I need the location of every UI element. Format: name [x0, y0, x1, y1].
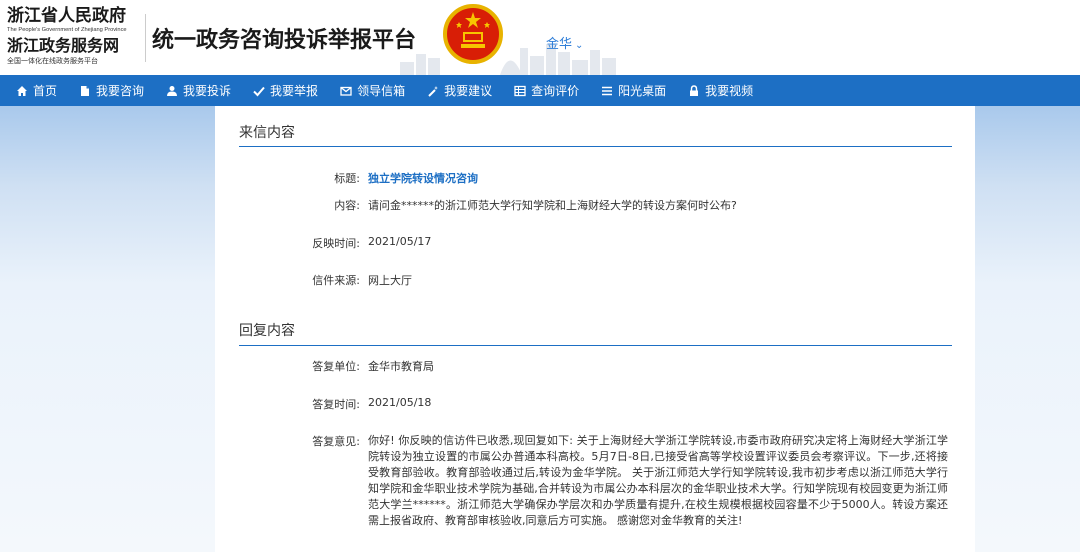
section-divider [239, 146, 952, 147]
city-skyline-decoration [400, 44, 616, 75]
letter-content: 请问金******的浙江师范大学行知学院和上海财经大学的转设方案何时公布? [368, 199, 737, 212]
table-icon [514, 85, 526, 97]
report-time-value: 2021/05/17 [368, 235, 432, 248]
chevron-down-icon: ⌄ [575, 40, 584, 51]
reply-time-value: 2021/05/18 [368, 396, 432, 409]
nav-label: 我要举报 [270, 84, 319, 98]
nav-video[interactable]: 我要视频 [688, 82, 753, 99]
nav-sunshine-desktop[interactable]: 阳光桌面 [601, 82, 666, 99]
title-label: 标题: [334, 172, 360, 185]
mail-icon [340, 85, 352, 97]
site-header: 浙江省人民政府 The People's Government of Zheji… [0, 0, 1080, 75]
nav-label: 我要投诉 [183, 84, 232, 98]
nav-label: 领导信箱 [357, 84, 406, 98]
document-icon [79, 85, 91, 97]
nav-label: 我要建议 [444, 84, 493, 98]
reply-time-label: 答复时间: [312, 398, 360, 411]
nav-report[interactable]: 我要举报 [253, 82, 318, 99]
reply-section-title: 回复内容 [239, 323, 295, 339]
nav-leader-mailbox[interactable]: 领导信箱 [340, 82, 405, 99]
reply-opinion-label: 答复意见: [312, 435, 360, 448]
wand-icon [427, 85, 439, 97]
nav-consult[interactable]: 我要咨询 [79, 82, 144, 99]
region-selector[interactable]: 金华 ⌄ [546, 33, 583, 52]
letter-source-value: 网上大厅 [368, 274, 412, 287]
nav-label: 查询评价 [531, 84, 580, 98]
nav-label: 首页 [33, 84, 58, 98]
nav-home[interactable]: 首页 [16, 82, 57, 99]
lock-icon [688, 84, 700, 97]
content-label: 内容: [334, 199, 360, 212]
letter-title: 独立学院转设情况咨询 [368, 172, 478, 185]
letter-section-title: 来信内容 [239, 125, 295, 141]
nav-label: 我要视频 [705, 84, 754, 98]
nav-suggest[interactable]: 我要建议 [427, 82, 492, 99]
section-divider [239, 345, 952, 346]
region-label: 金华 [546, 37, 573, 52]
gov-name: 浙江省人民政府 [7, 6, 126, 26]
site-title: 统一政务咨询投诉举报平台 [152, 27, 417, 53]
service-name: 浙江政务服务网 [7, 36, 120, 55]
service-subtitle: 全国一体化在线政务服务平台 [7, 57, 98, 65]
reply-unit-label: 答复单位: [312, 360, 360, 373]
nav-complaint[interactable]: 我要投诉 [166, 82, 231, 99]
gov-logo[interactable]: 浙江省人民政府 The People's Government of Zheji… [7, 6, 142, 66]
nav-label: 我要咨询 [96, 84, 145, 98]
home-icon [16, 85, 28, 97]
header-divider [145, 14, 146, 62]
check-icon [253, 85, 265, 97]
list-icon [601, 85, 613, 97]
reply-unit-value: 金华市教育局 [368, 360, 434, 373]
national-emblem-icon [443, 4, 503, 64]
reply-opinion-text: 你好! 你反映的信访件已收悉,现回复如下: 关于上海财经大学浙江学院转设,市委市… [368, 434, 948, 527]
main-nav: 首页 我要咨询 我要投诉 我要举报 领导信箱 我要建议 查询评价 阳光桌面 我要… [0, 75, 1080, 106]
nav-query-evaluate[interactable]: 查询评价 [514, 82, 579, 99]
report-time-label: 反映时间: [312, 237, 360, 250]
gov-name-en: The People's Government of Zhejiang Prov… [7, 27, 127, 33]
user-icon [166, 85, 178, 97]
letter-source-label: 信件来源: [312, 274, 360, 287]
nav-label: 阳光桌面 [618, 84, 667, 98]
